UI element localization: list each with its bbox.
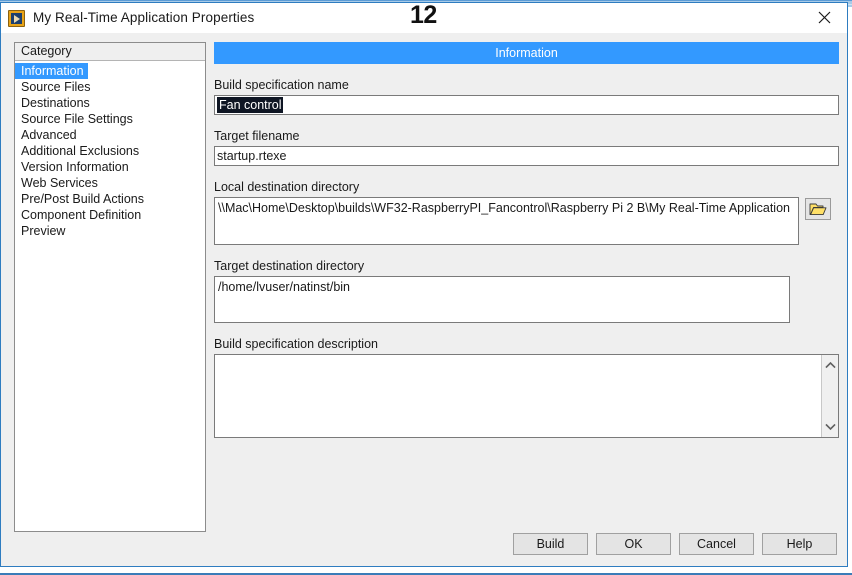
close-icon[interactable] — [801, 3, 847, 32]
sidebar-item-preview[interactable]: Preview — [15, 222, 205, 238]
button-label: OK — [624, 536, 643, 551]
sidebar-item-source-file-settings[interactable]: Source File Settings — [15, 110, 205, 126]
sidebar-item-label: Advanced — [21, 128, 77, 142]
target-filename-input[interactable]: startup.rtexe — [214, 146, 839, 166]
labview-vi-icon — [8, 9, 25, 27]
ok-button[interactable]: OK — [596, 533, 671, 555]
sidebar-item-additional-exclusions[interactable]: Additional Exclusions — [15, 142, 205, 158]
sidebar-item-label: Web Services — [21, 176, 98, 190]
sidebar-item-destinations[interactable]: Destinations — [15, 94, 205, 110]
desktop-backdrop: My Real-Time Application Properties Cate… — [0, 0, 852, 575]
local-destination-row: \\Mac\Home\Desktop\builds\WF32-Raspberry… — [214, 197, 839, 245]
sidebar-item-label: Preview — [21, 224, 66, 238]
dialog-footer: Build OK Cancel Help — [513, 533, 837, 555]
build-spec-name-input[interactable]: Fan control — [214, 95, 839, 115]
target-destination-input[interactable]: /home/lvuser/natinst/bin — [214, 276, 790, 323]
sidebar-item-pre-post-build-actions[interactable]: Pre/Post Build Actions — [15, 190, 205, 206]
button-label: Build — [536, 536, 565, 551]
local-destination-block: Local destination directory \\Mac\Home\D… — [214, 180, 839, 245]
build-spec-name-value: Fan control — [217, 97, 283, 113]
sidebar-item-label: Pre/Post Build Actions — [21, 192, 144, 206]
dialog-body: Category Information Source Files Destinat… — [1, 33, 847, 566]
cancel-button[interactable]: Cancel — [679, 533, 754, 555]
annotation-step-number: 12 — [410, 1, 437, 29]
section-banner: Information — [214, 42, 839, 64]
build-spec-name-label: Build specification name — [214, 78, 349, 92]
sidebar-item-advanced[interactable]: Advanced — [15, 126, 205, 142]
background-window-bottom-edge — [0, 571, 852, 575]
help-button[interactable]: Help — [762, 533, 837, 555]
chevron-down-icon[interactable] — [822, 420, 839, 434]
category-panel: Category Information Source Files Destinat… — [14, 42, 206, 532]
sidebar-item-web-services[interactable]: Web Services — [15, 174, 205, 190]
sidebar-item-source-files[interactable]: Source Files — [15, 78, 205, 94]
chevron-up-icon[interactable] — [822, 358, 839, 372]
build-spec-description-wrapper — [214, 354, 839, 438]
local-destination-input[interactable]: \\Mac\Home\Desktop\builds\WF32-Raspberry… — [214, 197, 799, 245]
content-pane: Information Build specification name Fan… — [214, 42, 839, 566]
build-spec-description-label: Build specification description — [214, 337, 378, 351]
sidebar-item-label: Source Files — [21, 80, 91, 94]
target-destination-label: Target destination directory — [214, 259, 365, 273]
category-header: Category — [15, 43, 205, 61]
sidebar-item-label: Information — [15, 63, 88, 79]
sidebar-item-information[interactable]: Information — [15, 62, 205, 79]
button-label: Help — [786, 536, 813, 551]
target-filename-label: Target filename — [214, 129, 300, 143]
sidebar-item-label: Version Information — [21, 160, 129, 174]
sidebar-item-label: Destinations — [21, 96, 90, 110]
open-folder-icon[interactable] — [805, 198, 831, 220]
sidebar-item-version-information[interactable]: Version Information — [15, 158, 205, 174]
category-list[interactable]: Information Source Files Destinations Sourc… — [15, 61, 205, 238]
build-spec-name-block: Build specification name Fan control — [214, 78, 839, 115]
build-button[interactable]: Build — [513, 533, 588, 555]
description-scrollbar[interactable] — [821, 355, 838, 437]
target-filename-block: Target filename startup.rtexe — [214, 129, 839, 166]
window-title: My Real-Time Application Properties — [33, 10, 255, 26]
local-destination-label: Local destination directory — [214, 180, 360, 194]
application-properties-dialog: My Real-Time Application Properties Cate… — [0, 2, 848, 567]
sidebar-item-label: Additional Exclusions — [21, 144, 140, 158]
build-spec-description-textarea[interactable] — [215, 355, 821, 437]
sidebar-item-label: Component Definition — [21, 208, 142, 222]
sidebar-item-label: Source File Settings — [21, 112, 133, 126]
sidebar-item-component-definition[interactable]: Component Definition — [15, 206, 205, 222]
target-destination-block: Target destination directory /home/lvuse… — [214, 259, 839, 323]
build-spec-description-block: Build specification description — [214, 337, 839, 438]
button-label: Cancel — [697, 536, 736, 551]
